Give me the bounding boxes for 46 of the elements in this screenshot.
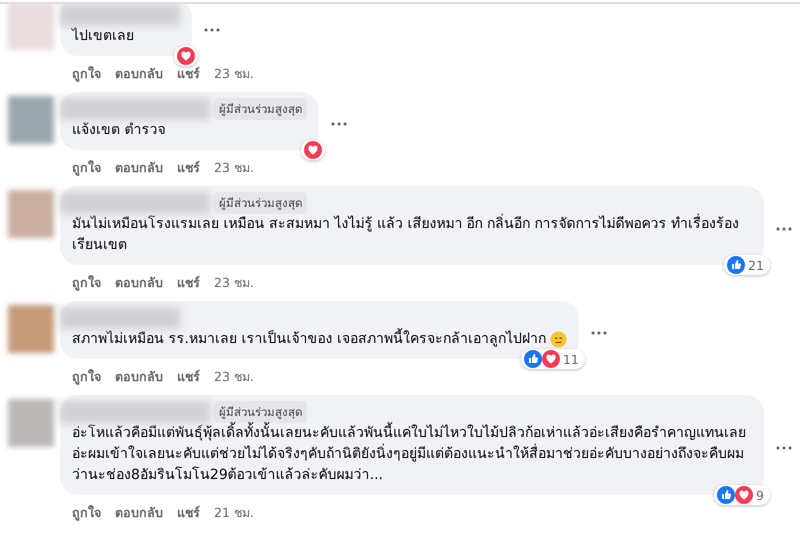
comment-time: 23 ชม. — [214, 368, 254, 386]
comment-action-link[interactable]: ถูกใจ — [72, 503, 101, 523]
reaction-summary[interactable] — [174, 46, 198, 66]
top-contributor-badge: ผู้มีส่วนร่วมสูงสุด — [214, 98, 307, 120]
comment-action-link[interactable]: แชร์ — [177, 367, 200, 387]
avatar-placeholder — [8, 305, 54, 353]
like-icon — [524, 350, 542, 368]
more-icon[interactable] — [590, 331, 607, 335]
avatar-placeholder — [8, 96, 54, 144]
more-icon[interactable] — [331, 122, 347, 126]
top-contributor-badge: ผู้มีส่วนร่วมสูงสุด — [214, 401, 307, 423]
comment-action-link[interactable]: ถูกใจ — [72, 273, 101, 293]
comment-text: สภาพไม่เหมือน รร.หมาเลย เราเป็นเจ้าของ เจอสภาพนี้ใครจะกล้าเอาลูกไปฝาก — [72, 329, 546, 350]
reaction-summary[interactable]: 21 — [724, 255, 770, 275]
comment-time: 21 ชม. — [214, 504, 254, 522]
more-icon[interactable] — [776, 226, 792, 230]
reaction-summary[interactable]: 9 — [714, 485, 770, 505]
comment-action-link[interactable]: ตอบกลับ — [115, 367, 163, 387]
comment-text: มันไม่เหมือนโรงแรมเลย เหมือน สะสมหมา ไงไม่รู้ แล้ว เสียงหมา อีก กลิ่นอีก การจัดการไม่ดีพอควร ทำเรื่องร้องเรียนเขต — [72, 214, 752, 256]
comment-action-link[interactable]: ตอบกลับ — [115, 273, 163, 293]
like-icon — [727, 256, 746, 274]
more-icon[interactable] — [204, 28, 220, 32]
reaction-summary[interactable]: 11 — [520, 349, 585, 369]
top-contributor-badge: ผู้มีส่วนร่วมสูงสุด — [214, 192, 307, 214]
comment-text: แจ้งเขต ตำรวจ — [72, 121, 166, 140]
comment-time: 23 ชม. — [214, 65, 254, 83]
comment-time: 23 ชม. — [214, 274, 254, 292]
like-icon — [717, 486, 736, 504]
comment-action-link[interactable]: ถูกใจ — [72, 64, 101, 84]
comment-action-link[interactable]: ถูกใจ — [72, 158, 101, 178]
comment-action-link[interactable]: ถูกใจ — [72, 367, 101, 387]
comment-action-link[interactable]: ตอบกลับ — [115, 158, 163, 178]
more-icon[interactable] — [776, 446, 792, 450]
comment-text: อ่ะโหแล้วคือมีแต่พันธุ์พุ้ลเดิ้ลทั้งนั้นเลยนะคับแล้วพันนี้แค่ใบไม่ไหวใบไม้ปลิวก้อเห่าแล้วอ่ะเสียงคือรำคาญแทนเลยอ่ะผมเข้าใจเลยนะคับแต่ช่วยไม่ได้จริงๆคับถ้านิติยังนิ่งๆอยู่มีแต่ต้องแนะนำให้สื่อมาช่วยอ่ะคับบางอย่างถึงจะคืบผมว่านะช่อง8อัมรินโมโน29ต้อวเข้าแล้วล่ะคับผมว่า... — [72, 423, 752, 486]
avatar-placeholder — [8, 399, 54, 447]
comment-action-link[interactable]: แชร์ — [177, 64, 200, 84]
comment-action-link[interactable]: แชร์ — [177, 503, 200, 523]
comment-time: 23 ชม. — [214, 159, 254, 177]
comment-action-link[interactable]: แชร์ — [177, 273, 200, 293]
comment-action-link[interactable]: ตอบกลับ — [115, 503, 163, 523]
reaction-summary[interactable] — [301, 140, 325, 160]
comment-action-link[interactable]: ตอบกลับ — [115, 64, 163, 84]
avatar-placeholder — [8, 190, 54, 238]
comment-text: ไปเขตเลย — [72, 26, 134, 46]
comment-action-link[interactable]: แชร์ — [177, 158, 200, 178]
neutral-face-icon — [550, 331, 567, 348]
